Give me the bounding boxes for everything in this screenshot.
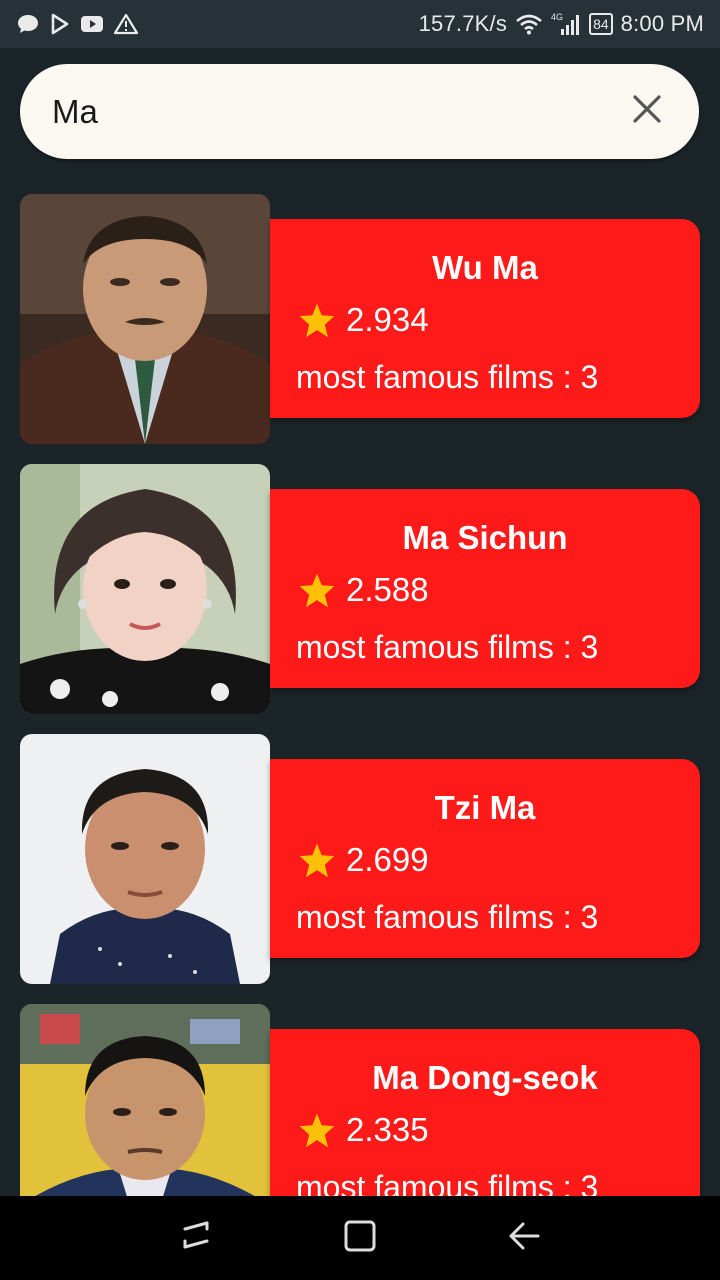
clock: 8:00 PM [620,11,704,36]
actor-rating: 2.335 [298,1111,429,1149]
actor-photo[interactable] [20,464,270,714]
clear-search-button[interactable] [623,88,671,136]
status-bar: 157.7K/s 4G 84 8:00 PM [0,0,720,48]
close-icon [632,94,662,129]
actor-name: Ma Dong-seok [372,1059,598,1096]
back-icon [507,1219,541,1258]
notification-icons [16,13,138,35]
signal-icon: 4G [551,12,581,36]
famous-films-count: most famous films : 3 [296,359,599,395]
network-type: 4G [551,12,563,22]
famous-films-count: most famous films : 3 [296,629,599,665]
actor-rating: 2.588 [298,571,429,609]
recent-apps-button[interactable] [174,1216,218,1260]
actor-info-card[interactable]: Ma Dong-seok 2.335 most famous films : 3 [270,1029,700,1196]
famous-films-count: most famous films : 3 [296,899,599,935]
recent-apps-icon [179,1219,213,1258]
actor-photo[interactable] [20,1004,270,1196]
net-speed: 157.7K/s [418,11,508,36]
actor-rating: 2.699 [298,841,429,879]
battery-level: 84 [593,16,609,32]
rating-value: 2.588 [346,571,429,608]
system-nav-bar [0,1196,720,1280]
battery-icon: 84 [589,13,613,35]
warning-icon [114,13,138,35]
result-item-tzi-ma[interactable]: Tzi Ma 2.699 most famous films : 3 [20,730,700,984]
famous-films-count: most famous films : 3 [296,1169,599,1196]
actor-name: Ma Sichun [402,519,568,556]
rating-value: 2.699 [346,841,429,878]
star-icon [298,1112,336,1148]
youtube-icon [80,14,104,34]
actor-info-card[interactable]: Wu Ma 2.934 most famous films : 3 [270,219,700,418]
rating-value: 2.335 [346,1111,429,1148]
star-icon [298,302,336,338]
system-status: 157.7K/s 4G 84 8:00 PM [419,11,704,37]
star-icon [298,842,336,878]
actor-rating: 2.934 [298,301,429,339]
results-list[interactable]: Wu Ma 2.934 most famous films : 3 Ma Sic… [0,190,720,1196]
wifi-icon [515,13,543,35]
message-icon [16,13,40,35]
search-bar[interactable] [20,64,699,159]
star-icon [298,572,336,608]
result-item-ma-sichun[interactable]: Ma Sichun 2.588 most famous films : 3 [20,460,700,714]
home-button[interactable] [338,1216,382,1260]
actor-name: Wu Ma [432,249,538,286]
actor-info-card[interactable]: Tzi Ma 2.699 most famous films : 3 [270,759,700,958]
actor-info-card[interactable]: Ma Sichun 2.588 most famous films : 3 [270,489,700,688]
actor-name: Tzi Ma [434,789,536,826]
back-button[interactable] [502,1216,546,1260]
rating-value: 2.934 [346,301,429,338]
actor-photo[interactable] [20,194,270,444]
play-store-icon [50,13,70,35]
home-icon [343,1219,377,1258]
actor-photo[interactable] [20,734,270,984]
search-input[interactable] [52,92,623,131]
result-item-ma-dong-seok[interactable]: Ma Dong-seok 2.335 most famous films : 3 [20,1000,700,1196]
result-item-wu-ma[interactable]: Wu Ma 2.934 most famous films : 3 [20,190,700,444]
